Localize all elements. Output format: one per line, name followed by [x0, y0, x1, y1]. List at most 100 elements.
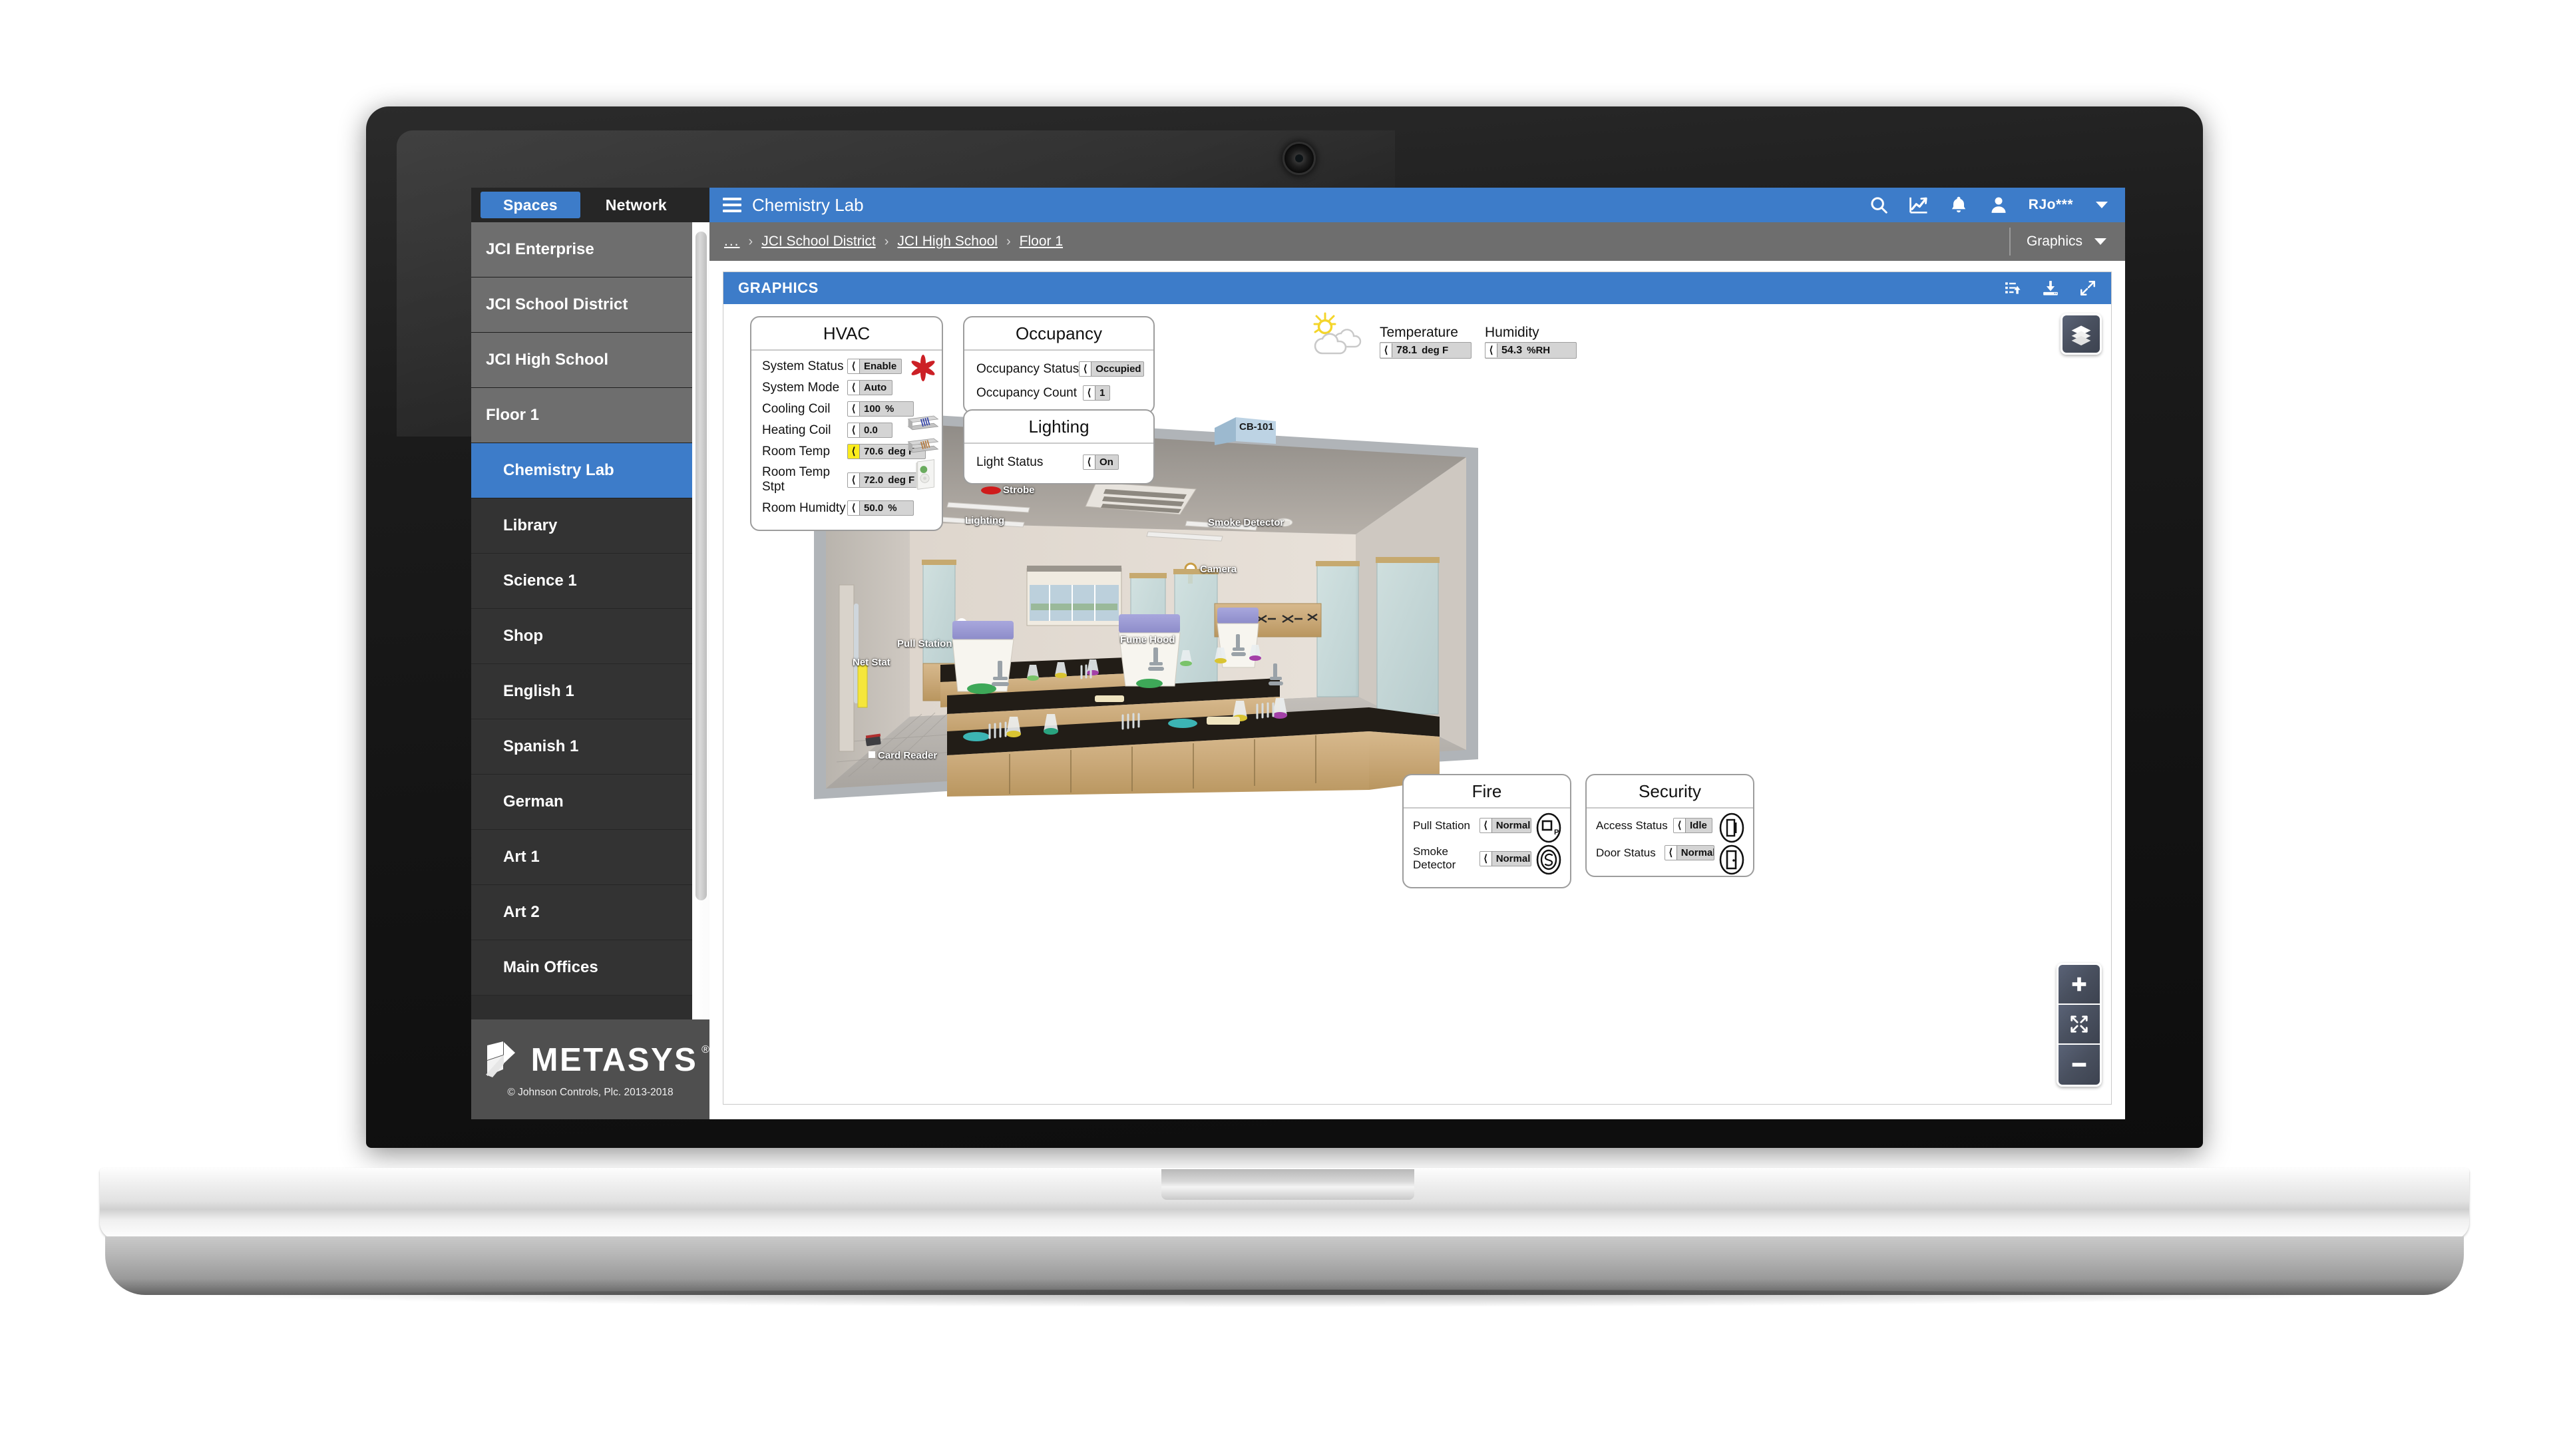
room-label-net-stat[interactable]: Net Stat — [853, 657, 890, 668]
room-label-strobe[interactable]: Strobe — [1003, 484, 1035, 496]
user-avatar-icon[interactable] — [1987, 194, 2010, 216]
tree-item-jci-high-school[interactable]: JCI High School — [471, 333, 709, 388]
expand-icon[interactable] — [2078, 278, 2098, 298]
sidebar: Spaces Network JCI Enterprise JCI School… — [471, 188, 709, 1119]
hvac-label-room-humidity: Room Humidty — [762, 500, 846, 515]
main-area: Chemistry Lab RJo*** ... › JCI School Di… — [709, 188, 2125, 1119]
room-label-card-reader[interactable]: Card Reader — [878, 750, 937, 761]
hvac-value-room-humidity[interactable]: ⟨ 50.0 % — [847, 500, 914, 516]
tree-item-spanish-1[interactable]: Spanish 1 — [471, 719, 709, 775]
zoom-out-button[interactable] — [2059, 1045, 2100, 1085]
download-icon[interactable] — [2041, 278, 2061, 298]
security-value-access-status[interactable]: ⟨ Idle — [1673, 818, 1712, 833]
room-label-cb-101[interactable]: CB-101 — [1239, 421, 1274, 433]
tree-item-main-offices[interactable]: Main Offices — [471, 940, 709, 996]
chevron-left-icon: ⟨ — [1084, 455, 1095, 469]
room-label-camera[interactable]: Camera — [1200, 564, 1237, 575]
bell-icon[interactable] — [1947, 194, 1970, 216]
breadcrumb-item-floor[interactable]: Floor 1 — [1020, 234, 1063, 250]
hvac-value-cooling-coil[interactable]: ⟨ 100 % — [847, 401, 914, 417]
room-label-lighting[interactable]: Lighting — [965, 515, 1004, 526]
room-label-smoke-detector[interactable]: Smoke Detector — [1208, 517, 1284, 528]
tree-item-label: Chemistry Lab — [503, 461, 614, 479]
hvac-row-room-humidity: Room Humidty ⟨ 50.0 % — [762, 500, 932, 516]
graphics-card-title: GRAPHICS — [738, 279, 819, 296]
tab-spaces[interactable]: Spaces — [481, 192, 580, 218]
tree-item-science-1[interactable]: Science 1 — [471, 554, 709, 609]
hvac-label-system-status: System Status — [762, 359, 844, 373]
export-list-icon[interactable] — [2003, 278, 2023, 298]
fire-value-pull-station[interactable]: ⟨ Normal — [1479, 818, 1531, 833]
tree-item-jci-enterprise[interactable]: JCI Enterprise — [471, 222, 709, 277]
room-label-fume-hood[interactable]: Fume Hood — [1120, 634, 1175, 645]
hvac-row-system-mode: System Mode ⟨ Auto — [762, 380, 932, 395]
chevron-down-icon[interactable] — [2096, 202, 2108, 208]
layers-icon[interactable] — [2061, 313, 2102, 355]
copyright-text: © Johnson Controls, Plc. 2013-2018 — [507, 1087, 674, 1098]
lighting-value-status[interactable]: ⟨ On — [1083, 455, 1119, 470]
tab-network[interactable]: Network — [583, 192, 690, 218]
door-icon — [1718, 844, 1746, 876]
sidebar-scroll-thumb[interactable] — [695, 232, 707, 900]
laptop-base-lip — [105, 1236, 2464, 1295]
fire-panel: Fire Pull Station ⟨ Normal Smoke Detecto… — [1402, 774, 1571, 888]
chevron-left-icon: ⟨ — [848, 501, 860, 515]
hvac-value-heating-coil[interactable]: ⟨ 0.0 — [847, 423, 892, 438]
tree-item-art-2[interactable]: Art 2 — [471, 885, 709, 940]
security-panel-title: Security — [1587, 775, 1753, 809]
hvac-label-heating-coil: Heating Coil — [762, 423, 831, 437]
occupancy-value-count[interactable]: ⟨ 1 — [1083, 385, 1111, 401]
breadcrumb-separator: › — [884, 234, 889, 249]
humidity-value[interactable]: ⟨ 54.3 %RH — [1485, 342, 1577, 359]
laptop-screen: Spaces Network JCI Enterprise JCI School… — [471, 188, 2125, 1119]
view-selector-label: Graphics — [2026, 234, 2082, 249]
svg-text:P: P — [1554, 828, 1559, 836]
tree-item-label: Shop — [503, 627, 543, 645]
hvac-value-room-temp-stpt[interactable]: ⟨ 72.0 deg F — [847, 472, 926, 488]
temperature-value[interactable]: ⟨ 78.1 deg F — [1380, 342, 1472, 359]
tab-network-label: Network — [605, 196, 667, 214]
occupancy-value-status[interactable]: ⟨ Occupied — [1079, 361, 1144, 377]
tree-item-library[interactable]: Library — [471, 498, 709, 554]
page-title: Chemistry Lab — [752, 194, 864, 215]
zoom-controls — [2057, 963, 2102, 1087]
tree-item-art-1[interactable]: Art 1 — [471, 830, 709, 885]
hamburger-icon[interactable] — [723, 198, 741, 212]
sun-behind-cloud-icon — [1308, 309, 1366, 359]
hvac-value-system-status[interactable]: ⟨ Enable — [847, 359, 902, 374]
breadcrumb-separator: › — [748, 234, 753, 249]
value-text: 1 — [1099, 387, 1105, 399]
tree-item-jci-school-district[interactable]: JCI School District — [471, 277, 709, 333]
chevron-left-icon: ⟨ — [1080, 362, 1092, 376]
value-text: 70.6 — [864, 446, 884, 457]
tree-item-german[interactable]: German — [471, 775, 709, 830]
metasys-wordmark: METASYS ® — [530, 1041, 709, 1079]
room-label-pull-station[interactable]: Pull Station — [897, 638, 952, 649]
search-icon[interactable] — [1868, 194, 1890, 216]
security-value-door-status[interactable]: ⟨ Normal — [1664, 845, 1714, 860]
tree-item-shop[interactable]: Shop — [471, 609, 709, 664]
tree-item-floor-1[interactable]: Floor 1 — [471, 388, 709, 443]
tree-item-label: Science 1 — [503, 572, 577, 590]
breadcrumb-item-district[interactable]: JCI School District — [761, 234, 876, 250]
chevron-down-icon — [2094, 238, 2106, 245]
graphics-canvas[interactable]: T — [723, 304, 2111, 1104]
fan-icon — [910, 355, 936, 385]
metasys-wordmark-text: METASYS — [530, 1042, 698, 1078]
zoom-in-button[interactable] — [2059, 965, 2100, 1005]
value-text: Normal — [1495, 852, 1531, 864]
breadcrumb-overflow[interactable]: ... — [724, 234, 740, 250]
fire-value-smoke-detector[interactable]: ⟨ Normal — [1479, 850, 1531, 866]
breadcrumb-item-school[interactable]: JCI High School — [897, 234, 998, 250]
sidebar-scrollbar[interactable] — [692, 222, 709, 1019]
hvac-value-system-mode[interactable]: ⟨ Auto — [847, 380, 892, 395]
tree-item-chemistry-lab[interactable]: Chemistry Lab — [471, 443, 709, 498]
fit-to-screen-button[interactable] — [2059, 1005, 2100, 1045]
view-selector[interactable]: Graphics — [2009, 228, 2125, 256]
space-tree[interactable]: JCI Enterprise JCI School District JCI H… — [471, 222, 709, 1019]
trend-chart-icon[interactable] — [1907, 194, 1930, 216]
hvac-label-room-temp-stpt: Room Temp Stpt — [762, 465, 831, 494]
tree-item-english-1[interactable]: English 1 — [471, 664, 709, 719]
username-label[interactable]: RJo*** — [2029, 197, 2073, 213]
value-text: 72.0 — [864, 474, 884, 486]
